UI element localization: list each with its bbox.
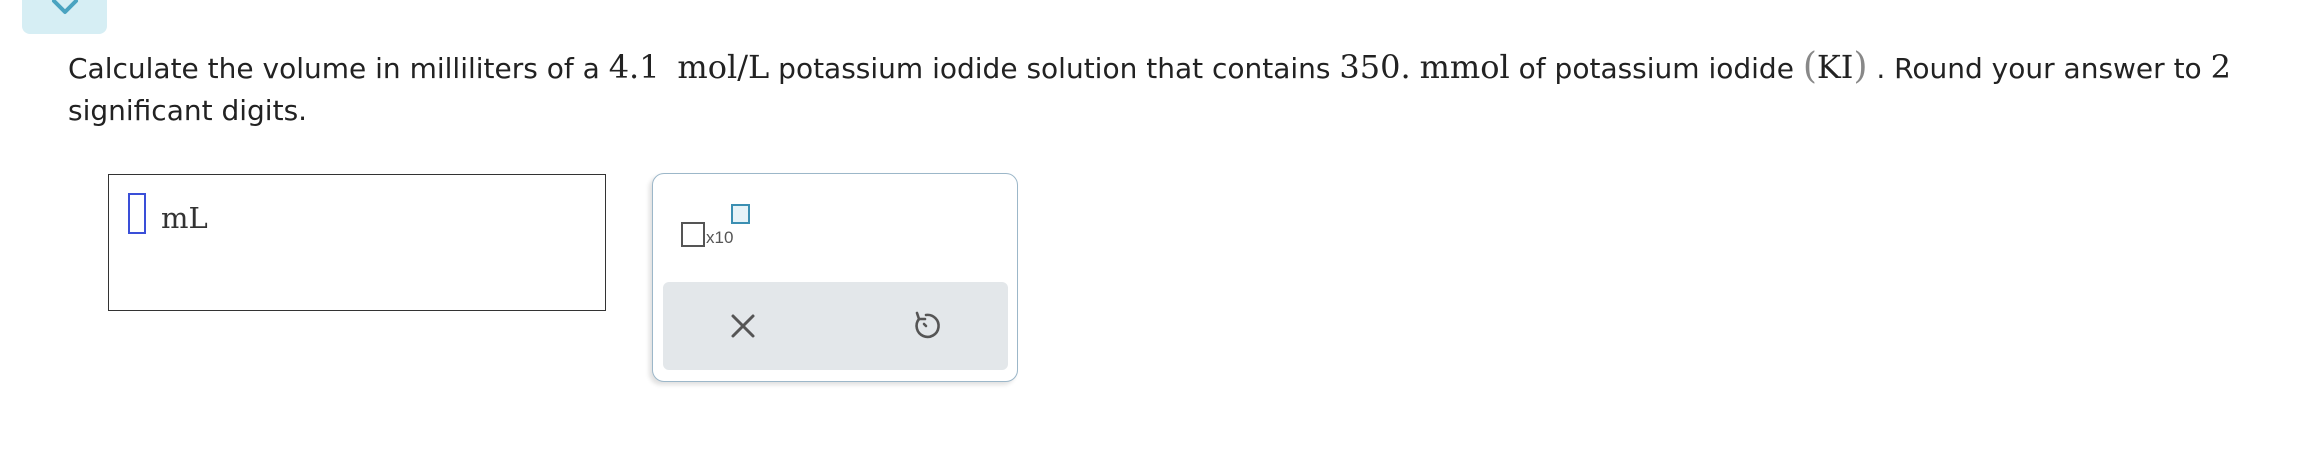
close-icon <box>731 314 755 338</box>
sci-base-box <box>681 222 705 247</box>
chevron-down-icon <box>52 0 78 14</box>
paren-close: ) <box>1853 46 1868 87</box>
question-part3: of potassium iodide <box>1509 52 1803 85</box>
answer-input[interactable] <box>128 193 146 234</box>
amount-value: 350. <box>1339 48 1411 86</box>
concentration-value: 4.1 <box>608 48 660 86</box>
paren-open: ( <box>1802 46 1817 87</box>
answer-box[interactable]: mL <box>108 174 606 311</box>
undo-icon <box>915 311 940 339</box>
unit-label: mL <box>161 201 208 235</box>
tool-panel: x10 <box>652 173 1018 382</box>
question-part1: Calculate the volume in milliliters of a <box>68 52 609 85</box>
amount-unit: mmol <box>1419 48 1510 86</box>
question-part2: potassium iodide solution that contains <box>769 52 1340 85</box>
question-part5: significant digits. <box>68 94 308 127</box>
question-text: Calculate the volume in milliliters of a… <box>68 46 2268 132</box>
collapse-toggle[interactable] <box>22 0 107 34</box>
sci-exponent-box <box>731 204 750 224</box>
scientific-notation-button[interactable]: x10 <box>681 204 761 256</box>
sig-figs-value: 2 <box>2210 48 2231 86</box>
concentration-unit: mol/L <box>677 48 770 86</box>
question-part4: . Round your answer to <box>1867 52 2211 85</box>
sci-x10-label: x10 <box>706 228 734 247</box>
undo-button[interactable] <box>908 308 944 344</box>
clear-button[interactable] <box>725 308 761 344</box>
chemical-formula: KI <box>1816 48 1854 86</box>
action-bar <box>663 282 1008 370</box>
